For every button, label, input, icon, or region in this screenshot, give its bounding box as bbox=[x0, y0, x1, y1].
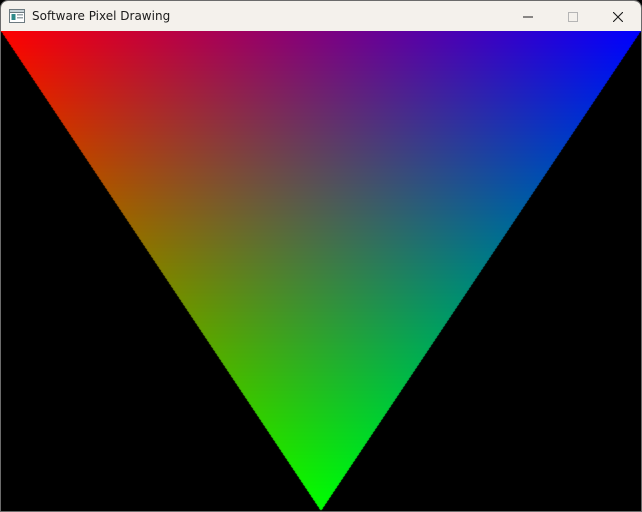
minimize-icon bbox=[522, 7, 533, 26]
drawing-canvas-area bbox=[1, 31, 641, 511]
window-title: Software Pixel Drawing bbox=[32, 9, 171, 23]
close-icon bbox=[612, 7, 624, 26]
maximize-icon bbox=[567, 7, 578, 26]
window-controls bbox=[505, 1, 641, 31]
close-button[interactable] bbox=[595, 1, 641, 31]
app-window: Software Pixel Drawing bbox=[0, 0, 642, 512]
title-bar[interactable]: Software Pixel Drawing bbox=[1, 1, 641, 31]
maximize-button[interactable] bbox=[550, 1, 595, 31]
gradient-triangle-canvas bbox=[1, 31, 641, 511]
minimize-button[interactable] bbox=[505, 1, 550, 31]
window-app-icon bbox=[9, 8, 25, 24]
